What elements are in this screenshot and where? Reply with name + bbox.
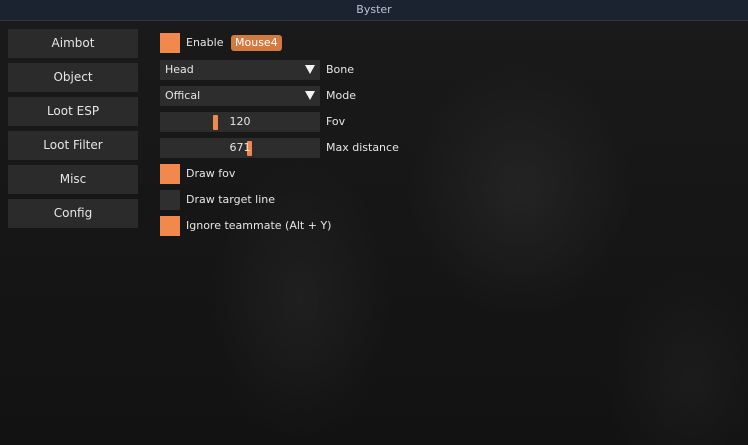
max-distance-value: 671 xyxy=(229,141,251,154)
bone-dropdown-value: Head xyxy=(165,63,194,76)
sidebar-item-config[interactable]: Config xyxy=(8,199,138,228)
bone-dropdown[interactable]: Head xyxy=(160,60,320,80)
fov-row: 120 Fov xyxy=(160,112,420,132)
sidebar-item-loot-esp[interactable]: Loot ESP xyxy=(8,97,138,126)
window-title: Byster xyxy=(356,3,392,16)
sidebar-item-object[interactable]: Object xyxy=(8,63,138,92)
sidebar-item-aimbot[interactable]: Aimbot xyxy=(8,29,138,58)
sidebar: Aimbot Object Loot ESP Loot Filter Misc … xyxy=(8,29,138,233)
mode-dropdown[interactable]: Offical xyxy=(160,86,320,106)
ignore-teammate-row: Ignore teammate (Alt + Y) xyxy=(160,216,380,236)
max-distance-slider[interactable]: 671 xyxy=(160,138,320,158)
fov-slider[interactable]: 120 xyxy=(160,112,320,132)
draw-target-line-checkbox[interactable] xyxy=(160,190,180,210)
bone-label: Bone xyxy=(326,63,355,76)
enable-hotkey-button[interactable]: Mouse4 xyxy=(231,35,282,51)
window-titlebar[interactable]: Byster xyxy=(0,0,748,21)
dropdown-arrow-icon xyxy=(305,65,315,74)
draw-fov-row: Draw fov xyxy=(160,164,360,184)
mode-row: Offical Mode xyxy=(160,86,420,106)
sidebar-item-misc[interactable]: Misc xyxy=(8,165,138,194)
enable-label: Enable xyxy=(186,36,224,49)
enable-checkbox[interactable] xyxy=(160,33,180,53)
max-distance-row: 671 Max distance xyxy=(160,138,440,158)
enable-row: Enable Mouse4 xyxy=(160,33,360,53)
bone-row: Head Bone xyxy=(160,60,420,80)
mode-dropdown-value: Offical xyxy=(165,89,201,102)
draw-target-line-row: Draw target line xyxy=(160,190,360,210)
dropdown-arrow-icon xyxy=(305,91,315,100)
sidebar-item-loot-filter[interactable]: Loot Filter xyxy=(8,131,138,160)
ignore-teammate-checkbox[interactable] xyxy=(160,216,180,236)
draw-fov-label: Draw fov xyxy=(186,167,236,180)
max-distance-label: Max distance xyxy=(326,141,399,154)
fov-value: 120 xyxy=(229,115,251,128)
draw-target-line-label: Draw target line xyxy=(186,193,276,206)
draw-fov-checkbox[interactable] xyxy=(160,164,180,184)
fov-label: Fov xyxy=(326,115,346,128)
ignore-teammate-label: Ignore teammate (Alt + Y) xyxy=(186,219,332,232)
mode-label: Mode xyxy=(326,89,356,102)
